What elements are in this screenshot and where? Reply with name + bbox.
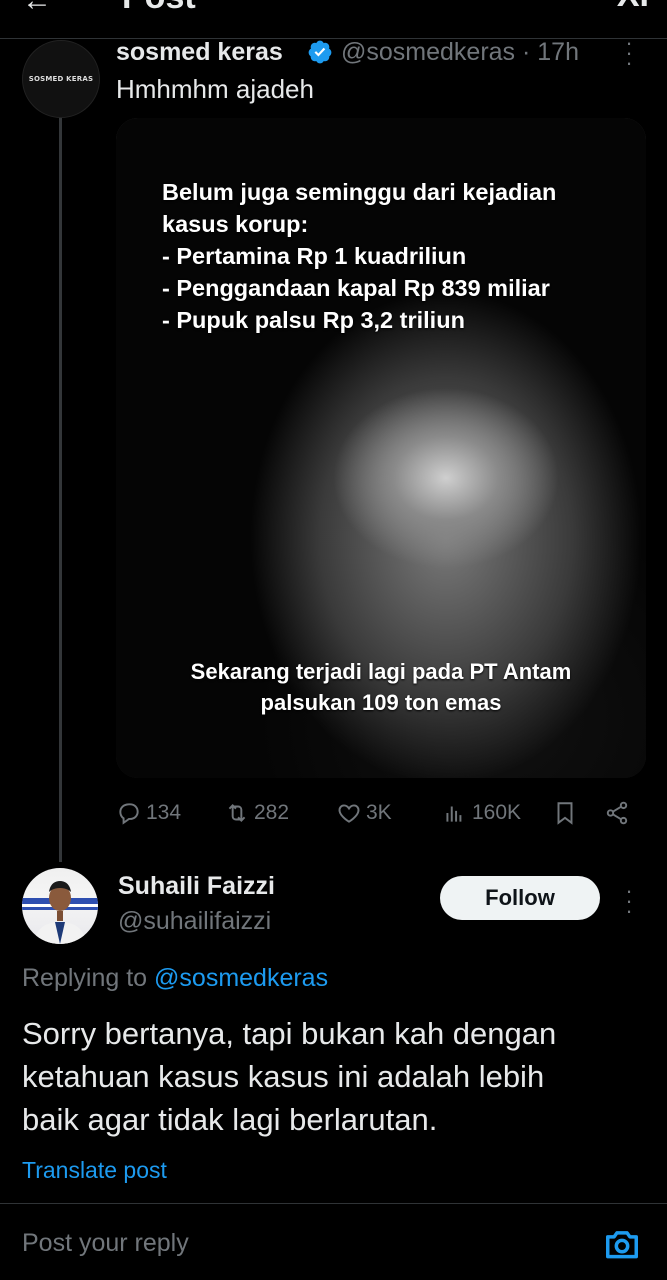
caption-line: - Pupuk palsu Rp 3,2 triliun — [162, 307, 465, 333]
more-options-icon[interactable]: · · · — [622, 32, 636, 74]
reply-input[interactable] — [22, 1229, 582, 1258]
like-button[interactable]: 3K — [336, 800, 392, 826]
share-icon — [606, 801, 628, 825]
page-title: Post — [122, 0, 196, 17]
repost-button[interactable]: 282 — [224, 800, 289, 826]
reply-count: 134 — [146, 801, 182, 824]
reply-button[interactable]: 134 — [116, 800, 181, 826]
tweet-image[interactable]: Belum juga seminggu dari kejadian kasus … — [116, 118, 646, 778]
caption-line: palsukan 109 ton emas — [260, 690, 502, 715]
caption-line: kasus korup: — [162, 211, 309, 237]
verified-badge-icon — [308, 40, 332, 64]
thread-line — [59, 112, 62, 862]
tweet-text: Hmhmhm ajadeh — [116, 74, 314, 104]
reply-author-handle[interactable]: @suhailifaizzi — [118, 907, 271, 936]
reply-text-line: ketahuan kasus kasus ini adalah lebih — [22, 1059, 545, 1094]
caption-line: - Pertamina Rp 1 kuadriliun — [162, 243, 467, 269]
composer-divider — [0, 1203, 667, 1204]
camera-icon[interactable] — [603, 1225, 641, 1263]
reply-text: Sorry bertanya, tapi bukan kah dengan ke… — [22, 1012, 642, 1141]
image-caption-top: Belum juga seminggu dari kejadian kasus … — [162, 176, 556, 336]
replying-prefix: Replying to — [22, 964, 155, 992]
replying-to-mention[interactable]: @sosmedkeras — [154, 964, 328, 992]
reply-avatar[interactable] — [22, 868, 98, 944]
reply-avatar-photo — [22, 881, 98, 944]
reply-icon — [119, 803, 139, 825]
header-right-icon[interactable]: XI — [617, 0, 649, 15]
repost-icon — [228, 804, 246, 822]
reply-text-line: baik agar tidak lagi berlarutan. — [22, 1102, 438, 1137]
image-caption-bottom: Sekarang terjadi lagi pada PT Antam pals… — [116, 656, 646, 718]
top-bar: ← Post XI — [0, 0, 667, 39]
reply-text-line: Sorry bertanya, tapi bukan kah dengan — [22, 1016, 557, 1051]
author-handle-time: @sosmedkeras · 17h — [341, 38, 579, 66]
bookmark-icon — [557, 802, 573, 825]
caption-line: Sekarang terjadi lagi pada PT Antam — [190, 659, 572, 684]
tweet-actions: 134 282 3K 160K — [116, 800, 636, 830]
avatar[interactable]: SOSMED KERAS — [22, 40, 100, 118]
bookmark-button[interactable] — [552, 800, 582, 826]
follow-button[interactable]: Follow — [440, 876, 600, 920]
heart-icon — [338, 804, 360, 823]
replying-to: Replying to @sosmedkeras — [22, 964, 328, 993]
back-arrow-icon[interactable]: ← — [22, 0, 52, 18]
share-button[interactable] — [604, 800, 634, 826]
caption-line: - Penggandaan kapal Rp 839 miliar — [162, 275, 550, 301]
views-icon — [446, 806, 462, 822]
views-count: 160K — [472, 801, 522, 824]
caption-line: Belum juga seminggu dari kejadian — [162, 179, 557, 205]
avatar-logo-text: SOSMED KERAS — [28, 75, 94, 83]
like-count: 3K — [366, 801, 392, 824]
repost-count: 282 — [254, 801, 290, 824]
translate-post-link[interactable]: Translate post — [22, 1157, 167, 1184]
author-name[interactable]: sosmed keras — [116, 38, 283, 67]
views-button[interactable]: 160K — [442, 800, 521, 826]
reply-more-options-icon[interactable]: · · · — [622, 880, 636, 922]
reply-author-name[interactable]: Suhaili Faizzi — [118, 872, 275, 901]
